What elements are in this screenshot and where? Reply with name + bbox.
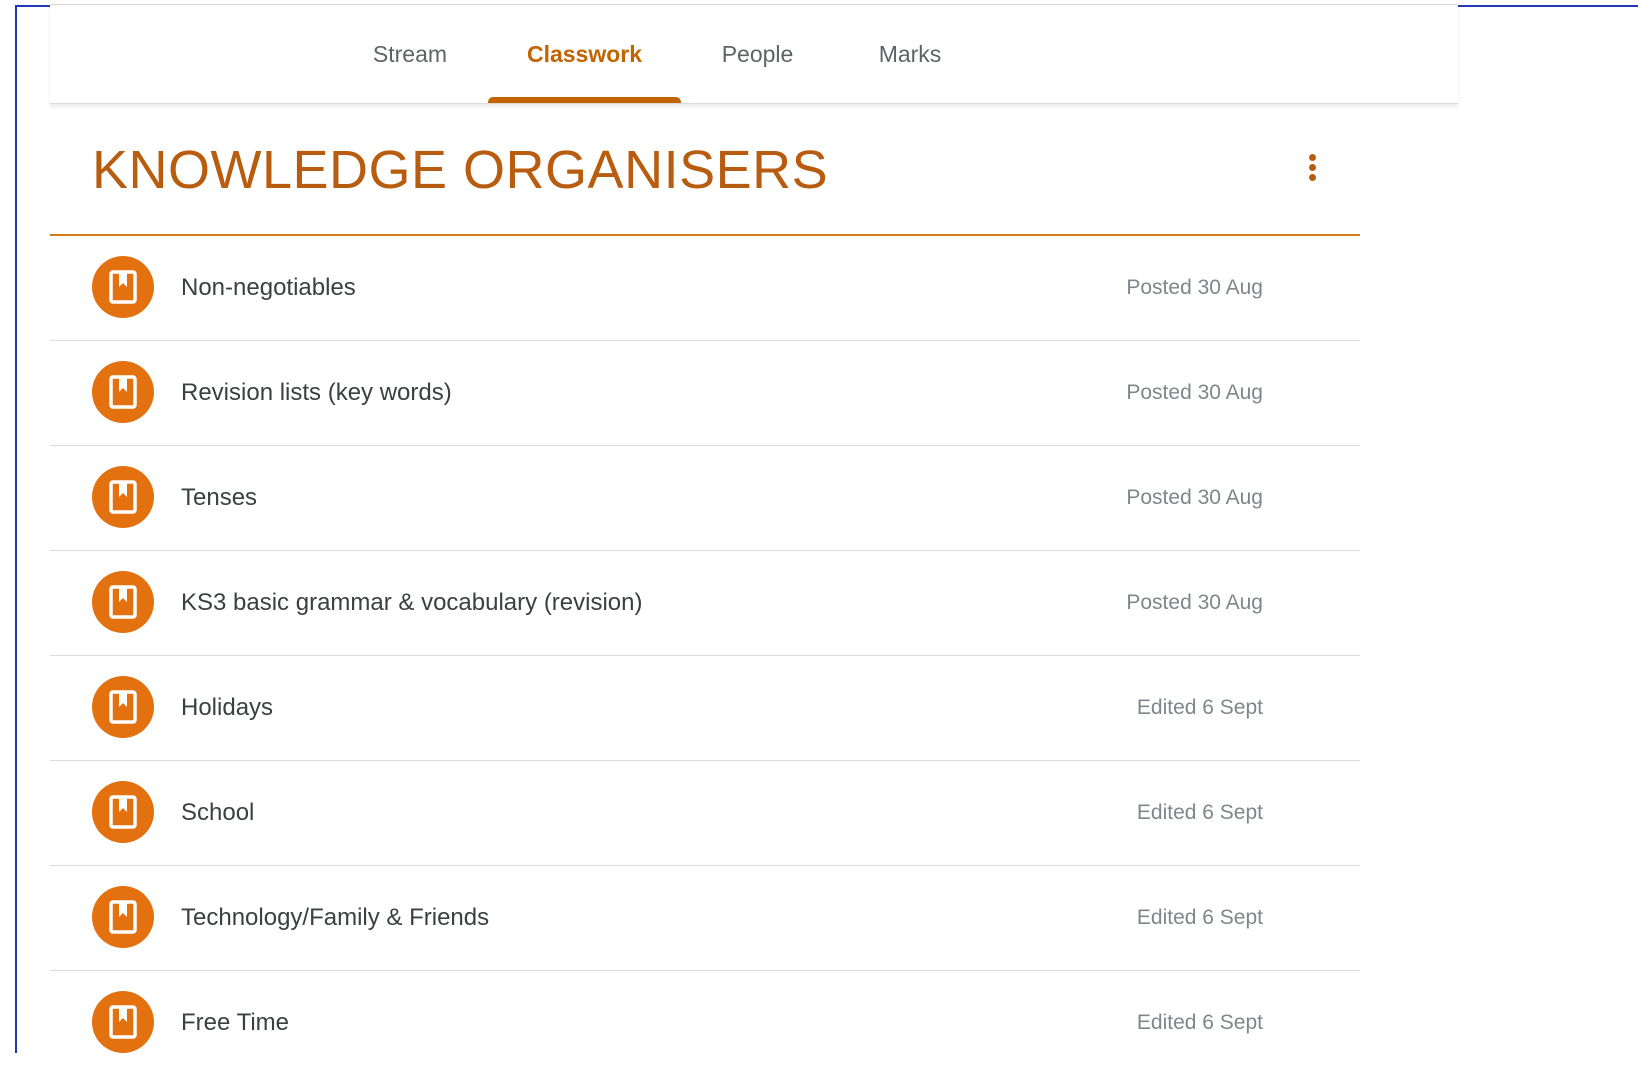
tab-classwork-label: Classwork — [526, 40, 643, 67]
material-bookmark-icon — [92, 991, 154, 1053]
bookmark-glyph — [109, 1005, 137, 1039]
list-item-date: Edited 6 Sept — [1136, 801, 1263, 824]
topic-title: KNOWLEDGE ORGANISERS — [92, 140, 829, 200]
list-item-title: Technology/Family & Friends — [181, 904, 490, 931]
list-item-title: School — [181, 799, 255, 826]
list-item[interactable]: School Edited 6 Sept — [50, 761, 1360, 866]
material-bookmark-icon — [92, 781, 154, 843]
window-frame-top-left — [15, 5, 50, 7]
list-item[interactable]: Technology/Family & Friends Edited 6 Sept — [50, 866, 1360, 971]
list-item-title: Free Time — [181, 1009, 290, 1036]
list-item-date: Edited 6 Sept — [1136, 1011, 1263, 1034]
more-vert-icon[interactable] — [1298, 148, 1328, 188]
material-bookmark-icon — [92, 466, 154, 528]
list-item-date: Posted 30 Aug — [1126, 591, 1263, 614]
tab-people-label: People — [721, 40, 794, 67]
tab-stream-label: Stream — [372, 40, 448, 67]
material-bookmark-icon — [92, 361, 154, 423]
list-item-date: Edited 6 Sept — [1136, 906, 1263, 929]
list-item-title: Tenses — [181, 484, 258, 511]
list-item[interactable]: Tenses Posted 30 Aug — [50, 446, 1360, 551]
tab-classwork[interactable]: Classwork — [488, 5, 681, 103]
list-item[interactable]: Non-negotiables Posted 30 Aug — [50, 236, 1360, 341]
list-item-date: Posted 30 Aug — [1126, 486, 1263, 509]
bookmark-glyph — [109, 795, 137, 829]
window-frame-left — [15, 5, 17, 1053]
list-item-title: Revision lists (key words) — [181, 379, 452, 406]
tab-marks-label: Marks — [878, 40, 942, 67]
list-item-date: Edited 6 Sept — [1136, 696, 1263, 719]
bookmark-glyph — [109, 375, 137, 409]
material-bookmark-icon — [92, 256, 154, 318]
list-item-title: Holidays — [181, 694, 274, 721]
bookmark-glyph — [109, 480, 137, 514]
tab-stream[interactable]: Stream — [355, 5, 465, 103]
material-bookmark-icon — [92, 886, 154, 948]
bookmark-glyph — [109, 900, 137, 934]
material-list: Non-negotiables Posted 30 Aug Revision lis… — [50, 236, 1360, 1075]
bookmark-glyph — [109, 585, 137, 619]
topic-header: KNOWLEDGE ORGANISERS — [50, 103, 1360, 236]
material-bookmark-icon — [92, 676, 154, 738]
list-item[interactable]: Revision lists (key words) Posted 30 Aug — [50, 341, 1360, 446]
bookmark-glyph — [109, 270, 137, 304]
material-bookmark-icon — [92, 571, 154, 633]
list-item-title: KS3 basic grammar & vocabulary (revision… — [181, 589, 643, 616]
bookmark-glyph — [109, 690, 137, 724]
class-tab-bar: Stream Classwork People Marks — [50, 5, 1458, 104]
list-item[interactable]: KS3 basic grammar & vocabulary (revision… — [50, 551, 1360, 656]
list-item-date: Posted 30 Aug — [1126, 276, 1263, 299]
list-item[interactable]: Holidays Edited 6 Sept — [50, 656, 1360, 761]
list-item[interactable]: Free Time Edited 6 Sept — [50, 971, 1360, 1075]
tab-marks[interactable]: Marks — [860, 5, 960, 103]
tab-people[interactable]: People — [705, 5, 810, 103]
list-item-title: Non-negotiables — [181, 274, 356, 301]
list-item-date: Posted 30 Aug — [1126, 381, 1263, 404]
window-frame-top-right — [1458, 5, 1638, 7]
